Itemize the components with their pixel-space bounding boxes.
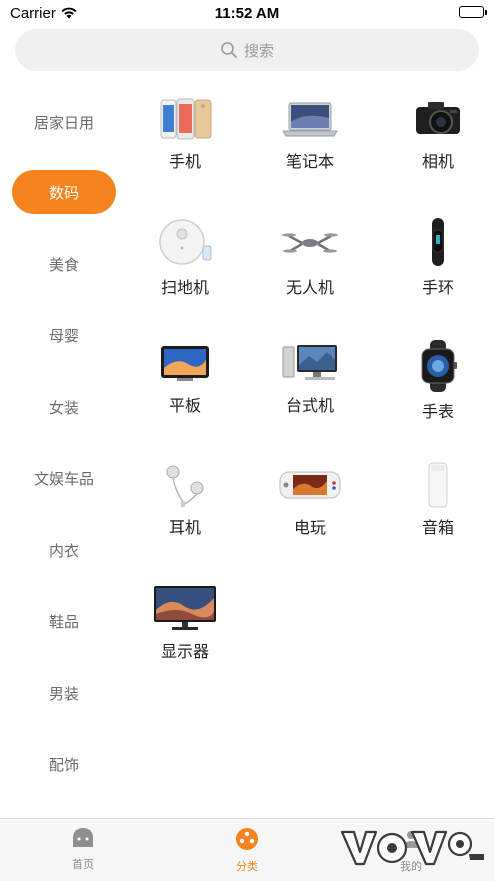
sidebar-item-label: 文娱车品 xyxy=(33,469,94,488)
sidebar-item-label: 数码 xyxy=(48,183,79,202)
sidebar-item-womens-wear[interactable]: 女装 xyxy=(12,385,116,429)
desktop-pc-icon xyxy=(282,345,337,380)
sidebar-item-label: 美食 xyxy=(48,255,79,274)
category-label: 扫地机 xyxy=(160,278,209,297)
category-earphones[interactable]: 耳机 xyxy=(120,462,250,538)
sidebar-item-label: 女装 xyxy=(48,398,79,417)
watermark-logo xyxy=(340,830,484,866)
search-bar[interactable]: 搜索 xyxy=(15,29,479,71)
category-label: 耳机 xyxy=(168,518,201,537)
category-label: 手表 xyxy=(421,402,454,421)
sidebar-item-label: 母婴 xyxy=(48,326,79,345)
sidebar-item-accessories[interactable]: 配饰 xyxy=(12,742,116,786)
category-label: 无人机 xyxy=(285,278,334,297)
category-label: 音箱 xyxy=(421,518,454,537)
battery-icon xyxy=(459,6,487,18)
sidebar-item-label: 配饰 xyxy=(48,755,79,774)
sidebar-item-entertainment-auto[interactable]: 文娱车品 xyxy=(12,456,116,500)
robot-vacuum-icon xyxy=(159,219,212,265)
category-phones[interactable]: 手机 xyxy=(120,96,250,172)
earphones-icon xyxy=(166,465,204,507)
category-smartwatch[interactable]: 手表 xyxy=(373,340,494,422)
category-label: 平板 xyxy=(168,396,201,415)
status-time: 11:52 AM xyxy=(214,5,280,22)
sidebar-item-label: 鞋品 xyxy=(48,612,79,631)
tab-category[interactable]: 分类 xyxy=(197,827,297,874)
category-label: 手环 xyxy=(421,278,454,297)
category-robot-vacuum[interactable]: 扫地机 xyxy=(120,216,250,298)
category-desktop-pc[interactable]: 台式机 xyxy=(245,340,375,416)
category-tablet[interactable]: 平板 xyxy=(120,340,250,416)
category-drone[interactable]: 无人机 xyxy=(245,216,375,298)
speaker-icon xyxy=(428,462,448,508)
category-monitor[interactable]: 显示器 xyxy=(120,584,250,662)
tablet-icon xyxy=(161,346,209,381)
camera-icon xyxy=(416,102,460,134)
category-icon xyxy=(236,828,258,850)
smartwatch-icon xyxy=(421,340,457,392)
search-icon xyxy=(221,42,237,58)
category-label: 手机 xyxy=(168,152,201,171)
category-label: 电玩 xyxy=(293,518,326,537)
sidebar-item-digital[interactable]: 数码 xyxy=(12,170,116,214)
category-laptop[interactable]: 笔记本 xyxy=(245,96,375,172)
drone-icon xyxy=(282,233,338,253)
sidebar-item-mother-baby[interactable]: 母婴 xyxy=(12,313,116,357)
home-android-icon xyxy=(73,828,93,847)
sidebar-item-food[interactable]: 美食 xyxy=(12,242,116,286)
sidebar-item-mens-wear[interactable]: 男装 xyxy=(12,671,116,715)
sidebar-item-underwear[interactable]: 内衣 xyxy=(12,528,116,572)
monitor-icon xyxy=(154,586,216,630)
category-label: 显示器 xyxy=(160,642,209,661)
category-label: 笔记本 xyxy=(285,152,334,171)
category-game-console[interactable]: 电玩 xyxy=(245,462,375,538)
category-label: 相机 xyxy=(421,152,454,171)
sidebar-item-label: 男装 xyxy=(48,684,79,703)
status-bar: Carrier 11:52 AM xyxy=(0,0,494,26)
search-placeholder: 搜索 xyxy=(243,41,274,60)
category-speaker[interactable]: 音箱 xyxy=(373,462,494,538)
tab-label: 首页 xyxy=(72,858,94,871)
tab-home[interactable]: 首页 xyxy=(33,827,133,872)
laptop-icon xyxy=(282,102,338,137)
sidebar-item-label: 内衣 xyxy=(48,541,79,560)
tab-label: 分类 xyxy=(236,860,258,873)
sidebar-item-home-goods[interactable]: 居家日用 xyxy=(12,100,116,144)
sidebar-item-label: 居家日用 xyxy=(33,113,94,132)
category-fitness-band[interactable]: 手环 xyxy=(373,216,494,298)
phones-icon xyxy=(160,98,212,140)
category-label: 台式机 xyxy=(285,396,334,415)
fitness-band-icon xyxy=(432,218,444,266)
sidebar-item-shoes[interactable]: 鞋品 xyxy=(12,599,116,643)
category-camera[interactable]: 相机 xyxy=(373,96,494,172)
game-console-icon xyxy=(279,471,341,499)
